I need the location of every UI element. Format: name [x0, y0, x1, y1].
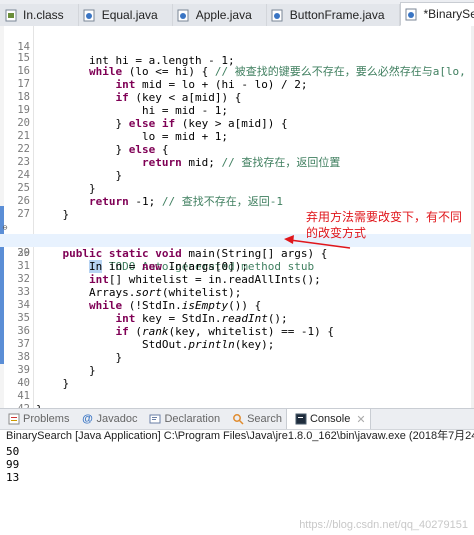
tab-label: Equal.java [101, 8, 158, 22]
code-line: 37 } [0, 325, 474, 364]
annotation-note: 弃用方法需要改变下，有不同的改变方式 [306, 210, 463, 240]
java-file-icon [83, 8, 97, 22]
tab-problems[interactable]: Problems [0, 409, 73, 429]
code-line: 41 } [0, 377, 474, 408]
code-line: 17 if (key < a[mid]) { [0, 65, 474, 104]
editor-tab-bar: In.class Equal.java Apple.java ButtonFra… [0, 0, 474, 27]
tab-label: Search [247, 413, 282, 425]
tab-label: Console [309, 413, 351, 425]
tab-equal-java[interactable]: Equal.java [78, 4, 173, 26]
tab-apple-java[interactable]: Apple.java [172, 4, 267, 26]
tab-label: Declaration [164, 413, 221, 425]
code-line: 23 } [0, 143, 474, 182]
tab-label: ButtonFrame.java [289, 8, 385, 22]
bottom-panel-tabs: Problems @ Javadoc Declaration Search Co… [0, 408, 474, 430]
close-icon[interactable]: ✕ [356, 413, 365, 426]
code-line: 26 } [0, 182, 474, 221]
console-line: 13 [6, 471, 20, 484]
tab-binarysearch-java[interactable]: *BinarySearch.java ✕ [399, 2, 474, 26]
code-line: 18 hi = mid - 1; [0, 78, 474, 117]
class-file-icon [4, 8, 18, 22]
tab-javadoc[interactable]: @ Javadoc [73, 409, 141, 429]
declaration-icon [149, 413, 161, 425]
java-file-icon [405, 7, 419, 21]
code-line: 19 } else if (key > a[mid]) { [0, 91, 474, 130]
tab-label: Problems [23, 413, 70, 425]
code-line: 32 Arrays.sort(whitelist); [0, 260, 474, 299]
tab-in-class[interactable]: In.class [0, 4, 79, 26]
code-line: 42 [0, 390, 474, 408]
code-line: 40 [0, 364, 474, 389]
code-line: 35 if (rank(key, whitelist) == -1) { [0, 299, 474, 338]
java-file-icon [271, 8, 285, 22]
code-line: 16 int mid = lo + (hi - lo) / 2; [0, 52, 474, 91]
console-icon [295, 413, 307, 425]
code-line: 31 int[] whitelist = in.readAllInts(); [0, 247, 474, 286]
tab-label: Apple.java [195, 8, 252, 22]
code-line: 39 } [0, 351, 474, 390]
code-line: 25 return -1; // 查找不存在，返回-1 [0, 169, 474, 208]
console-launch-header: BinarySearch [Java Application] C:\Progr… [6, 430, 474, 442]
code-line: 15 while (lo <= hi) { // 被查找的键要么不存在，要么必然… [0, 39, 474, 78]
code-line: 24 } [0, 156, 474, 195]
code-line: 36 StdOut.println(key); [0, 312, 474, 351]
code-line: 22 return mid; // 查找存在，返回位置 [0, 130, 474, 169]
code-line: 38 } [0, 338, 474, 377]
code-line: 20 lo = mid + 1; [0, 104, 474, 143]
tab-declaration[interactable]: Declaration [141, 409, 224, 429]
tab-label: Javadoc [96, 413, 138, 425]
console-line: 99 [6, 458, 20, 471]
tab-label: *BinarySearch.java [423, 7, 474, 21]
tab-console[interactable]: Console ✕ [285, 409, 371, 429]
code-line: 33 while (!StdIn.isEmpty()) { [0, 273, 474, 312]
code-line: 21 } else { [0, 117, 474, 156]
code-editor[interactable]: 14 int hi = a.length - 1; 15 while (lo <… [0, 26, 474, 408]
java-file-icon [177, 8, 191, 22]
search-icon [232, 413, 244, 425]
code-line: 27 [0, 195, 474, 220]
tab-search[interactable]: Search [224, 409, 286, 429]
code-line: 34 int key = StdIn.readInt(); [0, 286, 474, 325]
tab-label: In.class [23, 8, 64, 22]
console-line: 50 [6, 445, 20, 458]
javadoc-icon: @ [82, 413, 93, 425]
console-output[interactable]: 50 99 13 [6, 445, 19, 484]
tab-buttonframe-java[interactable]: ButtonFrame.java [266, 4, 400, 26]
problems-icon [8, 413, 20, 425]
watermark: https://blog.csdn.net/qq_40279151 [299, 519, 468, 531]
